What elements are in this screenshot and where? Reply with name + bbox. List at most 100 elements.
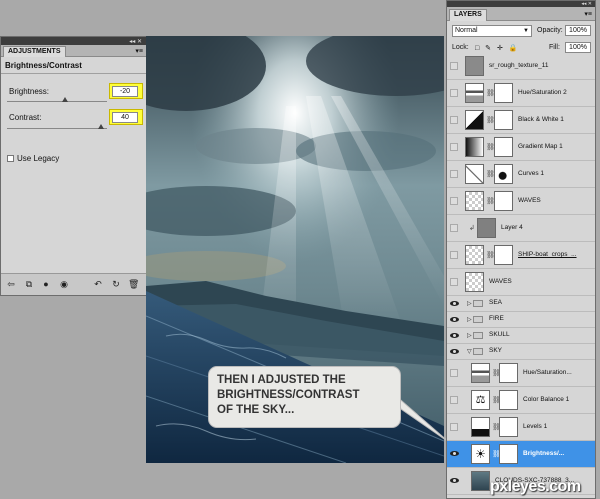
- eye-icon[interactable]: [450, 316, 459, 323]
- folder-icon: [473, 348, 483, 355]
- visibility-toggle[interactable]: [450, 170, 458, 178]
- layer-thumbnail: [471, 471, 490, 491]
- layer-thumbnail: [465, 191, 484, 211]
- trash-icon[interactable]: 🗑: [128, 279, 139, 289]
- visibility-toggle[interactable]: [450, 251, 458, 259]
- expand-arrow-icon[interactable]: ▷: [467, 332, 472, 339]
- visibility-toggle[interactable]: [450, 197, 458, 205]
- visibility-toggle[interactable]: [450, 224, 458, 232]
- annotation-callout: THEN I ADJUSTED THE BRIGHTNESS/CONTRAST …: [208, 366, 401, 428]
- callout-line-1: THEN I ADJUSTED THE: [217, 374, 346, 386]
- visibility-toggle[interactable]: [450, 423, 458, 431]
- visibility-toggle[interactable]: [450, 143, 458, 151]
- brightness-input[interactable]: -20: [112, 86, 138, 97]
- visibility-toggle[interactable]: [450, 369, 458, 377]
- use-legacy-option[interactable]: Use Legacy: [7, 154, 59, 163]
- tab-layers[interactable]: LAYERS: [449, 9, 487, 21]
- layer-row[interactable]: ⛓ Curves 1: [447, 161, 595, 188]
- use-legacy-label: Use Legacy: [17, 154, 60, 163]
- layer-row[interactable]: sr_rough_texture_11: [447, 53, 595, 80]
- eye-icon[interactable]: [450, 477, 459, 484]
- layer-group-row[interactable]: ▷ SKULL: [447, 328, 595, 344]
- visibility-toggle[interactable]: [450, 116, 458, 124]
- lock-icons[interactable]: □ ✎ ✛ 🔒: [475, 44, 520, 52]
- eye-icon[interactable]: [450, 332, 459, 339]
- eye-icon[interactable]: ◉: [59, 279, 69, 289]
- collapse-icon[interactable]: ◂◂ ✕: [129, 38, 142, 45]
- layer-row[interactable]: ↲ Layer 4: [447, 215, 595, 242]
- contrast-slider-track[interactable]: [7, 128, 107, 129]
- layer-mask-thumbnail: [494, 191, 513, 211]
- layer-row[interactable]: ⛓ Hue/Saturation...: [447, 360, 595, 387]
- layer-name: Hue/Saturation 2: [518, 89, 567, 96]
- layer-row[interactable]: ⚖ ⛓ Color Balance 1: [447, 387, 595, 414]
- layer-mask-thumbnail: [499, 390, 518, 410]
- hue-saturation-icon: [465, 83, 484, 103]
- title-divider: [1, 73, 146, 74]
- contrast-slider-thumb[interactable]: [98, 124, 104, 129]
- layer-list: sr_rough_texture_11 ⛓ Hue/Saturation 2 ⛓…: [447, 53, 595, 495]
- balance-scale-icon: ⚖: [471, 390, 490, 410]
- adjustments-bottom-bar: ⇦ ⧉ ● ◉ ↶ ↻ 🗑: [1, 273, 146, 295]
- layer-row[interactable]: ⛓ WAVES: [447, 188, 595, 215]
- layer-group-row[interactable]: ▷ FIRE: [447, 312, 595, 328]
- back-arrow-icon[interactable]: ⇦: [6, 279, 16, 289]
- brightness-slider-track[interactable]: [7, 101, 107, 102]
- layer-name: Color Balance 1: [523, 396, 570, 403]
- eye-icon[interactable]: [450, 348, 459, 355]
- expand-arrow-icon[interactable]: ▷: [467, 300, 472, 307]
- layer-mask-thumbnail: [494, 245, 513, 265]
- use-legacy-checkbox[interactable]: [7, 155, 14, 162]
- blend-mode-select[interactable]: Normal ▼: [452, 25, 532, 37]
- layer-row-selected[interactable]: ☀ ⛓ Brightness/...: [447, 441, 595, 468]
- layer-name: Curves 1: [518, 170, 545, 177]
- layer-thumbnail: [465, 56, 484, 76]
- layer-row[interactable]: ⛓ SHIP-boat_crops_...: [447, 242, 595, 269]
- group-name: SKULL: [489, 331, 510, 338]
- layers-panel: ◂◂ ✕ LAYERS ▾≡ Normal ▼ Opacity: 100% Lo…: [446, 0, 596, 499]
- panel-menu-icon[interactable]: ▾≡: [584, 10, 592, 18]
- contrast-input[interactable]: 40: [112, 112, 138, 123]
- layer-group-row[interactable]: ▽ SKY: [447, 344, 595, 360]
- layer-row[interactable]: ⛓ Black & White 1: [447, 107, 595, 134]
- visibility-toggle[interactable]: [450, 62, 458, 70]
- previous-state-icon[interactable]: ↶: [93, 279, 103, 289]
- panel-menu-icon[interactable]: ▾≡: [135, 47, 143, 55]
- layer-name: SHIP-boat_crops_...: [518, 251, 577, 258]
- callout-line-2: BRIGHTNESS/CONTRAST: [217, 389, 360, 401]
- tab-adjustments[interactable]: ADJUSTMENTS: [3, 46, 66, 57]
- visibility-toggle[interactable]: [450, 278, 458, 286]
- brightness-label: Brightness:: [9, 87, 50, 96]
- layer-name: Hue/Saturation...: [523, 369, 572, 376]
- collapse-arrow-icon[interactable]: ▽: [467, 348, 472, 355]
- visibility-toggle[interactable]: [450, 89, 458, 97]
- layer-mask-icon[interactable]: ●: [41, 279, 51, 289]
- reset-icon[interactable]: ↻: [111, 279, 121, 289]
- layer-mask-thumbnail: [494, 83, 513, 103]
- levels-histogram-icon: [471, 417, 490, 437]
- brightness-slider-thumb[interactable]: [62, 97, 68, 102]
- clip-arrow-icon: ↲: [469, 225, 475, 232]
- opacity-input[interactable]: 100%: [565, 25, 591, 36]
- layer-row[interactable]: ⛓ Hue/Saturation 2: [447, 80, 595, 107]
- layer-mask-thumbnail: [499, 417, 518, 437]
- visibility-toggle[interactable]: [450, 396, 458, 404]
- layer-row[interactable]: ⛓ Gradient Map 1: [447, 134, 595, 161]
- panel-header-strip: ◂◂ ✕: [1, 37, 146, 45]
- layer-row[interactable]: ⛓ Levels 1: [447, 414, 595, 441]
- adjustments-tabbar: ADJUSTMENTS ▾≡: [1, 45, 146, 57]
- brightness-sun-icon: ☀: [471, 444, 490, 464]
- fill-label: Fill:: [549, 44, 560, 51]
- contrast-value-highlight: 40: [109, 109, 143, 125]
- clip-to-layer-icon[interactable]: ⧉: [24, 279, 34, 289]
- layer-row[interactable]: WAVES: [447, 269, 595, 296]
- eye-icon[interactable]: [450, 450, 459, 457]
- layer-name: Layer 4: [501, 224, 523, 231]
- layer-name: Gradient Map 1: [518, 143, 563, 150]
- layer-thumbnail: [477, 218, 496, 238]
- hue-saturation-icon: [471, 363, 490, 383]
- eye-icon[interactable]: [450, 300, 459, 307]
- fill-input[interactable]: 100%: [565, 42, 591, 53]
- expand-arrow-icon[interactable]: ▷: [467, 316, 472, 323]
- layer-group-row[interactable]: ▷ SEA: [447, 296, 595, 312]
